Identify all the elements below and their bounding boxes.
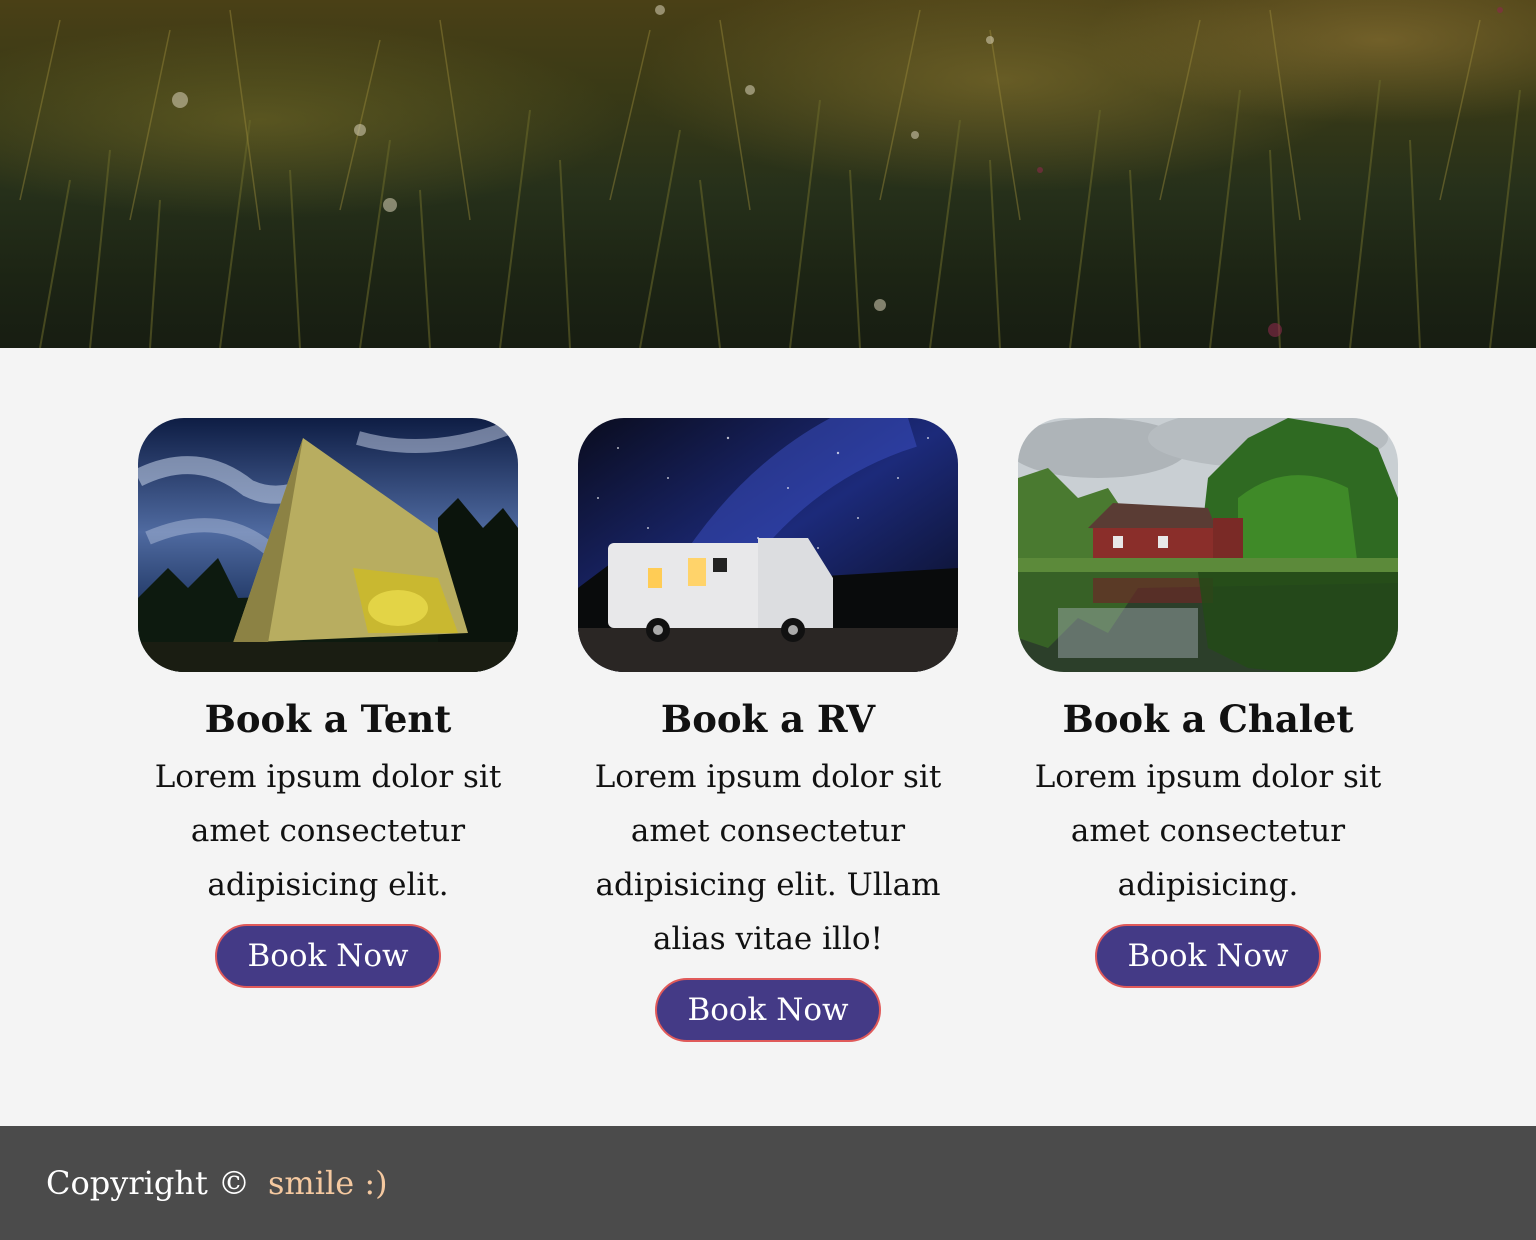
card-title: Book a Tent (204, 697, 452, 741)
hero-grass-image (0, 0, 1536, 348)
booking-cards-section: Book a Tent Lorem ipsum dolor sit amet c… (0, 348, 1536, 1126)
card-rv: Book a RV Lorem ipsum dolor sit amet con… (578, 418, 958, 1042)
rv-photo (578, 418, 958, 672)
copyright-text: Copyright © smile :) (46, 1164, 388, 1202)
card-description: Lorem ipsum dolor sit amet consectetur a… (154, 759, 502, 903)
footer-accent-text: smile :) (267, 1164, 388, 1202)
book-now-button[interactable]: Book Now (1095, 924, 1321, 988)
book-now-button[interactable]: Book Now (655, 978, 881, 1042)
card-description: Lorem ipsum dolor sit amet consectetur a… (1034, 759, 1382, 903)
card-description: Lorem ipsum dolor sit amet consectetur a… (594, 759, 942, 957)
card-tent: Book a Tent Lorem ipsum dolor sit amet c… (138, 418, 518, 988)
grass-texture (19, 5, 1521, 348)
chalet-photo (1018, 418, 1398, 672)
card-title: Book a RV (660, 697, 876, 741)
copyright-label: Copyright © (46, 1164, 250, 1202)
card-title: Book a Chalet (1062, 697, 1354, 741)
footer: Copyright © smile :) (0, 1126, 1536, 1240)
book-now-button[interactable]: Book Now (215, 924, 441, 988)
card-chalet: Book a Chalet Lorem ipsum dolor sit amet… (1018, 418, 1398, 988)
tent-photo (138, 418, 518, 672)
